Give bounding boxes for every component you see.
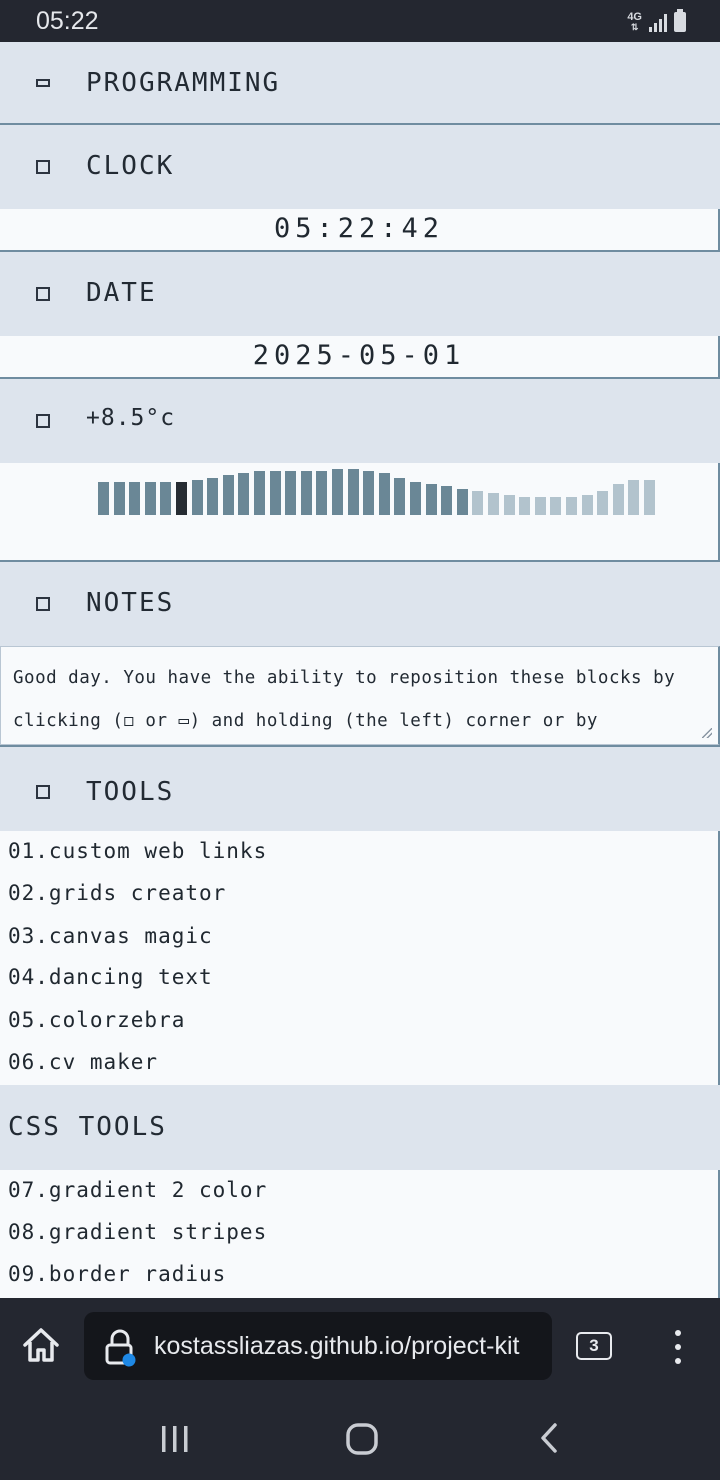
temperature-bar <box>550 497 562 515</box>
weather-title: +8.5°c <box>86 405 176 431</box>
temperature-bar <box>300 471 312 515</box>
temperature-bar <box>207 478 219 515</box>
battery-icon <box>674 9 686 32</box>
temperature-bar <box>534 497 546 515</box>
tool-link[interactable]: 08.gradient stripes <box>8 1220 267 1244</box>
tools-title: TOOLS <box>86 777 175 807</box>
temperature-bar <box>176 482 187 515</box>
temperature-bar <box>581 495 593 515</box>
date-value: 2025-05-01 <box>252 340 466 371</box>
tool-link[interactable]: 07.gradient 2 color <box>8 1178 267 1202</box>
temperature-bar <box>129 482 141 515</box>
temperature-bar <box>269 471 281 515</box>
weather-header[interactable]: +8.5°c <box>0 379 720 463</box>
notes-textarea[interactable]: Good day. You have the ability to reposi… <box>0 646 720 745</box>
status-time: 05:22 <box>36 7 99 35</box>
temperature-bar <box>363 471 375 515</box>
expand-handle-icon[interactable] <box>36 414 50 428</box>
browser-toolbar: kostassliazas.github.io/project-kit 3 <box>0 1298 720 1398</box>
css-tools-header: CSS TOOLS <box>0 1085 720 1170</box>
tool-link[interactable]: 04.dancing text <box>8 965 213 989</box>
temperature-bar <box>160 482 172 515</box>
expand-handle-icon[interactable] <box>36 287 50 301</box>
temperature-bar <box>332 469 343 515</box>
url-text: kostassliazas.github.io/project-kit <box>154 1332 520 1360</box>
temperature-bar <box>394 478 406 515</box>
temperature-bar <box>347 469 359 515</box>
programming-header[interactable]: PROGRAMMING <box>0 42 720 123</box>
tools-list: 01.custom web links 02.grids creator 03.… <box>0 831 720 1085</box>
tools-header[interactable]: TOOLS <box>0 747 720 831</box>
temperature-bar <box>425 484 437 515</box>
resize-grip-icon[interactable] <box>702 728 712 738</box>
temperature-bar <box>441 486 453 515</box>
clock-panel: 05:22:42 <box>0 209 720 250</box>
tabs-icon[interactable]: 3 <box>576 1332 612 1360</box>
temperature-bar <box>316 471 328 515</box>
temperature-bar <box>113 482 125 515</box>
temperature-bar <box>191 480 203 515</box>
temperature-bar <box>488 493 499 515</box>
notes-title: NOTES <box>86 588 175 618</box>
navigation-bar <box>0 1398 720 1480</box>
home-circle-icon[interactable] <box>345 1423 379 1455</box>
temperature-bar <box>597 491 609 515</box>
home-icon[interactable] <box>20 1324 62 1366</box>
temperature-bar <box>472 491 484 515</box>
date-title: DATE <box>86 278 157 308</box>
temperature-bar <box>222 475 234 515</box>
temperature-bar <box>628 480 640 515</box>
css-tools-list: 07.gradient 2 color 08.gradient stripes … <box>0 1170 720 1298</box>
notes-header[interactable]: NOTES <box>0 562 720 646</box>
date-header[interactable]: DATE <box>0 252 720 336</box>
signal-icon <box>649 14 667 32</box>
clock-value: 05:22:42 <box>273 213 445 244</box>
page-content: PROGRAMMING CLOCK 05:22:42 DATE 2025-05-… <box>0 42 720 1298</box>
temperature-bar <box>144 482 156 515</box>
status-icons: 4G ⇅ <box>627 9 686 33</box>
status-bar: 05:22 4G ⇅ <box>0 0 720 42</box>
tool-link[interactable]: 03.canvas magic <box>8 924 213 948</box>
collapse-handle-icon[interactable] <box>36 79 50 87</box>
clock-title: CLOCK <box>86 151 175 181</box>
back-icon[interactable] <box>538 1422 560 1454</box>
temperature-bar <box>566 497 577 515</box>
lock-icon[interactable] <box>104 1329 136 1367</box>
tool-link[interactable]: 02.grids creator <box>8 881 226 905</box>
date-panel: 2025-05-01 <box>0 336 720 377</box>
clock-header[interactable]: CLOCK <box>0 125 720 209</box>
programming-title: PROGRAMMING <box>86 68 281 98</box>
tool-link[interactable]: 09.border radius <box>8 1262 226 1286</box>
address-bar[interactable]: kostassliazas.github.io/project-kit <box>84 1312 552 1380</box>
temperature-bar <box>238 473 250 515</box>
temperature-bar <box>410 482 421 515</box>
recent-apps-icon[interactable] <box>160 1425 190 1453</box>
temperature-bar <box>644 480 655 515</box>
temperature-bar <box>98 482 109 515</box>
expand-handle-icon[interactable] <box>36 160 50 174</box>
temperature-bar <box>503 495 515 515</box>
css-tools-title: CSS TOOLS <box>8 1112 167 1142</box>
temperature-bar <box>254 471 265 515</box>
temperature-bar <box>285 471 297 515</box>
expand-handle-icon[interactable] <box>36 785 50 799</box>
tool-link[interactable]: 05.colorzebra <box>8 1008 185 1032</box>
tool-link[interactable]: 06.cv maker <box>8 1050 158 1074</box>
expand-handle-icon[interactable] <box>36 597 50 611</box>
tool-link[interactable]: 01.custom web links <box>8 839 267 863</box>
temperature-bar <box>612 484 624 515</box>
temperature-chart-panel <box>0 463 720 560</box>
network-4g-icon: 4G ⇅ <box>627 11 642 33</box>
notes-text: Good day. You have the ability to reposi… <box>13 668 676 731</box>
more-vert-icon[interactable] <box>672 1330 684 1364</box>
temperature-bar <box>456 489 468 515</box>
temperature-bar <box>519 497 531 515</box>
temperature-bar <box>378 473 390 515</box>
